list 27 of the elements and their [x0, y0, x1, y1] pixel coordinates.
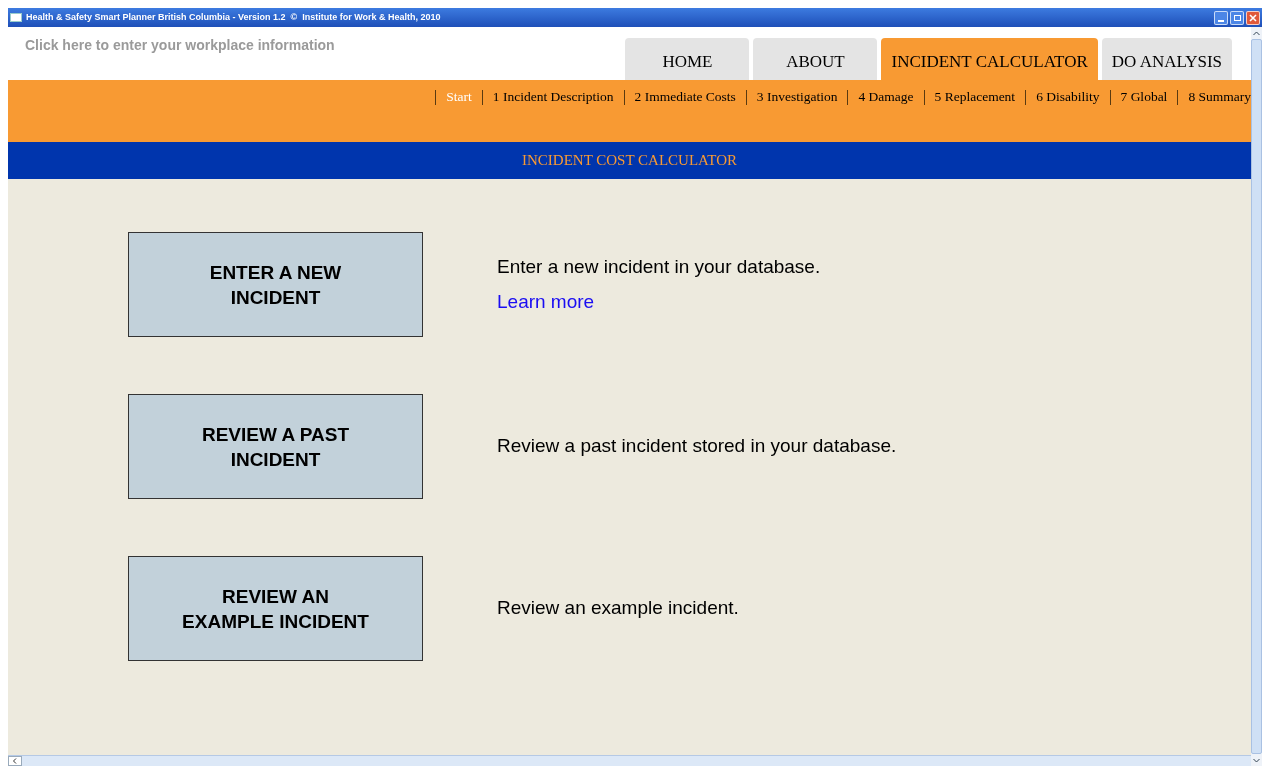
nav-tab[interactable]: INCIDENT CALCULATOR [881, 38, 1098, 80]
step-link[interactable]: 5 Replacement [934, 87, 1016, 108]
window-icon [10, 13, 22, 22]
action-description: Review an example incident. [497, 596, 739, 621]
action-button[interactable]: REVIEW AN EXAMPLE INCIDENT [128, 556, 423, 661]
window-title: Health & Safety Smart Planner British Columbia - Version 1.2 © Institute for Work & Health, 2010 [26, 10, 442, 24]
step-link[interactable]: 8 Summary [1188, 87, 1251, 108]
nav-tab[interactable]: ABOUT [753, 38, 878, 80]
step-link[interactable]: 3 Investigation [756, 87, 838, 108]
horizontal-scrollbar[interactable] [8, 755, 1251, 766]
learn-more-link[interactable]: Learn more [497, 287, 821, 316]
step-link[interactable]: 1 Incident Description [492, 87, 614, 108]
step-link[interactable]: 7 Global [1120, 87, 1168, 108]
close-button[interactable] [1246, 10, 1260, 25]
minimize-button[interactable] [1214, 10, 1228, 25]
nav-tab[interactable]: DO ANALYSIS [1101, 38, 1232, 80]
action-button[interactable]: REVIEW A PAST INCIDENT [128, 394, 423, 499]
section-title: INCIDENT COST CALCULATOR [522, 151, 737, 171]
step-link[interactable]: 4 Damage [858, 87, 914, 108]
scroll-left-icon[interactable] [8, 756, 22, 766]
restore-button[interactable] [1230, 10, 1244, 25]
action-description: Enter a new incident in your database. [497, 255, 821, 279]
action-description: Review a past incident stored in your database. [497, 434, 897, 459]
nav-tab[interactable]: HOME [625, 38, 750, 80]
action-button[interactable]: ENTER A NEW INCIDENT [128, 232, 423, 337]
step-link[interactable]: 2 Immediate Costs [634, 87, 736, 108]
step-link[interactable]: 6 Disability [1036, 87, 1100, 108]
